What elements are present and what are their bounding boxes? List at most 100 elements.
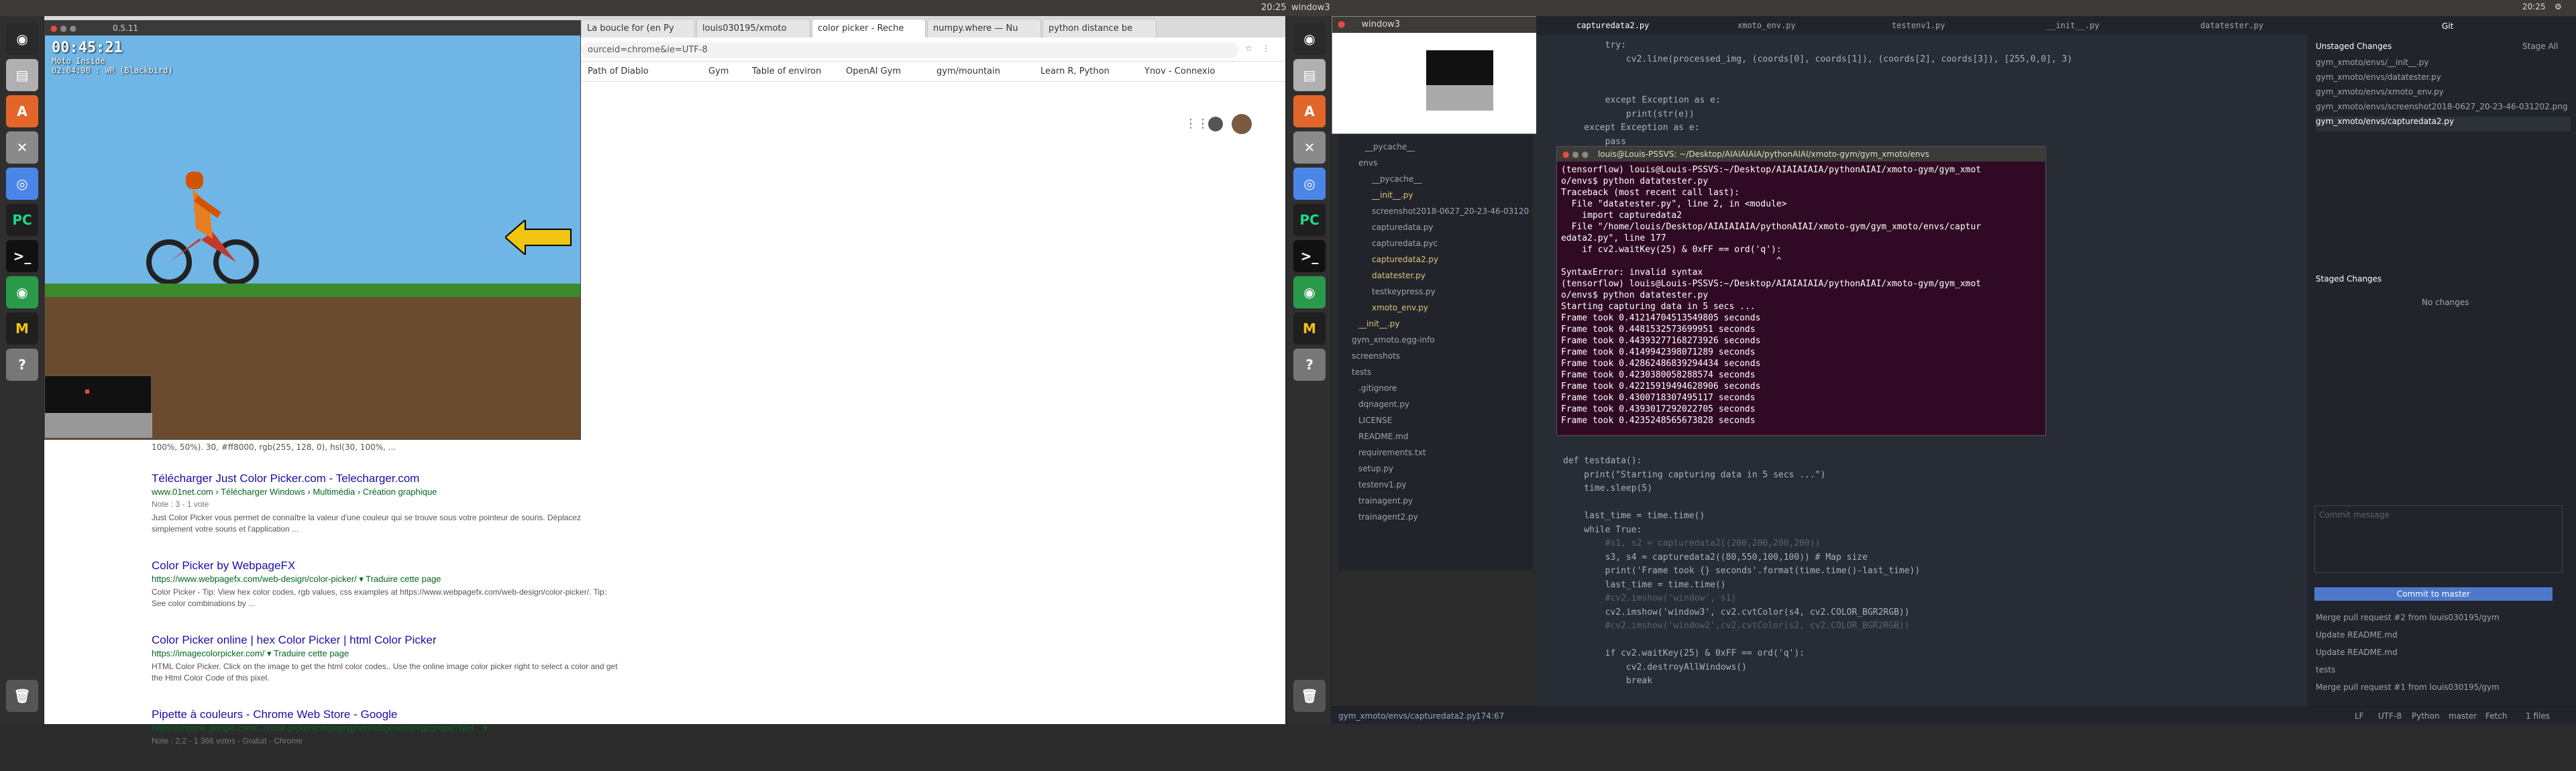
file-tree-item[interactable]: datatester.py <box>1372 271 1426 280</box>
terminal-icon[interactable]: >_ <box>6 240 38 272</box>
unstaged-file[interactable]: gym_xmoto/envs/capturedata2.py <box>2316 117 2571 131</box>
code-line[interactable]: cv2.imshow('window3', cv2.cvtColor(s4, c… <box>1563 607 1910 617</box>
status-encoding[interactable]: UTF-8 <box>2378 711 2402 721</box>
tab-python-distance[interactable]: python distance be <box>1042 19 1157 38</box>
commit-item[interactable]: Update README.md <box>2316 648 2571 665</box>
file-tree-item[interactable]: envs <box>1358 158 1377 168</box>
file-tree-item[interactable]: __init__.py <box>1372 190 1413 200</box>
result-url[interactable]: https://www.webpagefx.com/web-design/col… <box>152 574 621 585</box>
git-tab[interactable]: Git <box>2442 21 2453 31</box>
commit-message-input[interactable]: Commit message <box>2314 506 2563 573</box>
file-tree-item[interactable]: dqnagent.py <box>1358 400 1409 409</box>
file-tree-item[interactable]: setup.py <box>1358 464 1393 473</box>
software-center-icon[interactable]: A <box>1293 95 1326 127</box>
maximize-icon[interactable]: ● <box>1582 150 1589 159</box>
settings-icon[interactable]: ✕ <box>1293 131 1326 164</box>
code-line[interactable]: print(str(e)) <box>1563 109 1695 119</box>
file-tree-item[interactable]: README.md <box>1358 432 1408 441</box>
code-line[interactable]: while True: <box>1563 525 1642 535</box>
result-title[interactable]: Color Picker online | hex Color Picker |… <box>152 634 621 647</box>
tab-init[interactable]: __init__.py <box>2046 21 2099 30</box>
tab-github-xmoto[interactable]: louis030195/xmoto <box>696 19 810 38</box>
files-icon[interactable]: ▤ <box>6 59 38 91</box>
star-icon[interactable]: ☆ <box>1245 44 1252 53</box>
file-tree-item[interactable]: screenshots <box>1352 351 1400 361</box>
file-tree-item[interactable]: __pycache__ <box>1365 142 1415 152</box>
avatar[interactable] <box>1232 114 1252 134</box>
xmoto-icon[interactable]: M <box>6 312 38 345</box>
status-branch[interactable]: master <box>2449 711 2477 721</box>
close-icon[interactable]: ● <box>1562 150 1569 159</box>
unstaged-file[interactable]: gym_xmoto/envs/xmoto_env.py <box>2316 87 2571 102</box>
commit-button[interactable]: Commit to master <box>2314 587 2553 601</box>
file-tree-item[interactable]: __pycache__ <box>1372 174 1421 184</box>
code-line[interactable]: last_time = time.time() <box>1563 580 1726 590</box>
bookmark-learn-r-python[interactable]: Learn R, Python <box>1040 66 1110 76</box>
file-tree-item[interactable]: LICENSE <box>1358 416 1392 425</box>
files-icon[interactable]: ▤ <box>1293 59 1326 91</box>
gitkraken-icon[interactable]: ◉ <box>6 276 38 308</box>
bookmark-ynov[interactable]: Ynov - Connexio <box>1144 66 1215 76</box>
file-tree-item[interactable]: requirements.txt <box>1358 448 1426 457</box>
file-tree-item[interactable]: __init__.py <box>1358 319 1400 329</box>
commit-item[interactable]: Update README.md <box>2316 630 2571 648</box>
file-tree-item[interactable]: tests <box>1352 367 1371 377</box>
file-tree-item[interactable]: capturedata2.py <box>1372 255 1438 264</box>
file-tree-item[interactable]: capturedata.pyc <box>1372 239 1438 248</box>
chrome-icon[interactable]: ◎ <box>6 168 38 200</box>
status-file[interactable]: gym_xmoto/envs/capturedata2.py <box>1338 711 1477 721</box>
stage-all-button[interactable]: Stage All <box>2522 42 2558 51</box>
gitkraken-icon[interactable]: ◉ <box>1293 276 1326 308</box>
xmoto-icon[interactable]: M <box>1293 312 1326 345</box>
chrome-icon[interactable]: ◎ <box>1293 168 1326 200</box>
trash-icon[interactable]: 🗑 <box>6 680 38 712</box>
tab-capturedata2[interactable]: capturedata2.py <box>1576 21 1649 30</box>
notifications-icon[interactable] <box>1208 117 1223 131</box>
commit-item[interactable]: Merge pull request #2 from louis030195/g… <box>2316 613 2571 630</box>
pycharm-icon[interactable]: PC <box>1293 204 1326 236</box>
code-line[interactable]: #cv2.imshow('window', s1) <box>1563 593 1737 603</box>
tab-datatester[interactable]: datatester.py <box>2200 21 2263 30</box>
maximize-icon[interactable]: ● <box>70 23 76 33</box>
unknown-app-icon[interactable]: ? <box>6 349 38 381</box>
code-line[interactable]: cv2.destroyAllWindows() <box>1563 662 1747 672</box>
status-eol[interactable]: LF <box>2355 711 2364 721</box>
settings-icon[interactable]: ✕ <box>6 131 38 164</box>
bookmark-table-of-environ[interactable]: Table of environ <box>752 66 821 76</box>
file-tree-item[interactable]: gym_xmoto.egg-info <box>1352 335 1435 345</box>
file-tree-item[interactable]: testkeypress.py <box>1372 287 1436 296</box>
clock[interactable]: 20:25 <box>1261 3 1286 13</box>
bookmark-gym[interactable]: Gym <box>708 66 729 76</box>
code-line[interactable]: #s1, s2 = capturedata2((200,200,200,200)… <box>1563 538 1821 548</box>
minimize-icon[interactable]: ● <box>1572 150 1578 159</box>
minimize-icon[interactable]: ● <box>60 23 66 33</box>
tab-boucle-for[interactable]: La boucle for (en Py <box>581 19 695 38</box>
unstaged-file[interactable]: gym_xmoto/envs/screenshot2018-0627_20-23… <box>2316 102 2571 117</box>
file-tree-item[interactable]: testenv1.py <box>1358 480 1406 489</box>
result-url[interactable]: https://chrome.google.com/.../color-pick… <box>152 723 621 733</box>
result-title[interactable]: Télécharger Just Color Picker.com - Tele… <box>152 472 621 485</box>
unstaged-file[interactable]: gym_xmoto/envs/__init__.py <box>2316 58 2571 72</box>
bookmark-gym-mountain[interactable]: gym/mountain <box>936 66 1000 76</box>
tab-xmoto-env[interactable]: xmoto_env.py <box>1737 21 1796 30</box>
menu-icon[interactable]: ⋮ <box>1262 44 1270 53</box>
code-line[interactable]: try: <box>1563 40 1626 50</box>
status-grammar[interactable]: Python <box>2412 711 2440 721</box>
code-line[interactable]: except Exception as e: <box>1563 123 1699 133</box>
terminal-window[interactable]: ● ● ● louis@Louis-PSSVS: ~/Desktop/AIAIA… <box>1556 146 2047 436</box>
result-title[interactable]: Pipette à couleurs - Chrome Web Store - … <box>152 708 621 721</box>
code-line[interactable]: pass <box>1563 137 1626 147</box>
ubuntu-dash-icon[interactable]: ◉ <box>6 23 38 55</box>
code-line[interactable]: cv2.line(processed_img, (coords[0], coor… <box>1563 54 2072 64</box>
apps-grid-icon[interactable]: ⋮⋮ <box>1185 117 1209 131</box>
file-tree-item[interactable]: screenshot2018-0627_20-23-46-03120 <box>1372 206 1529 216</box>
clock-right[interactable]: 20:25 <box>2522 2 2546 11</box>
pycharm-icon[interactable]: PC <box>6 204 38 236</box>
bookmark-openai-gym[interactable]: OpenAI Gym <box>846 66 901 76</box>
unstaged-file[interactable]: gym_xmoto/envs/datatester.py <box>2316 72 2571 87</box>
commit-item[interactable]: Merge pull request #1 from louis030195/g… <box>2316 683 2571 700</box>
status-cursor[interactable]: 174:67 <box>1476 711 1504 721</box>
code-line[interactable]: print("Starting capturing data in 5 secs… <box>1563 470 1825 480</box>
close-icon[interactable]: ● <box>50 23 57 33</box>
url-field[interactable]: ourceid=chrome&ie=UTF-8 <box>581 42 1238 58</box>
